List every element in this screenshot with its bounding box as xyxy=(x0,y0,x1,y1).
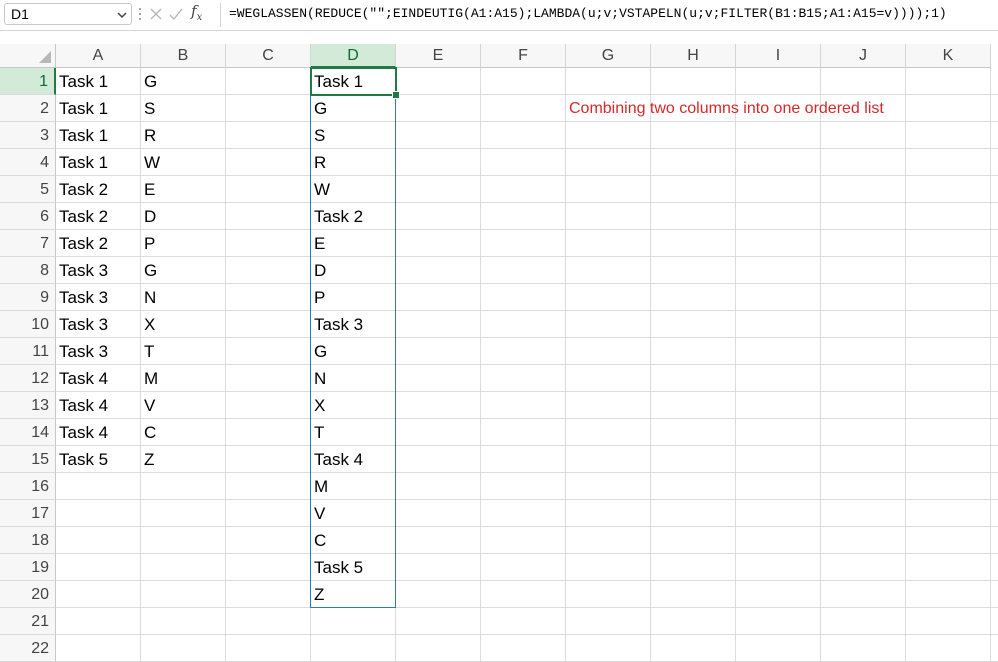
cell-a-7[interactable]: Task 2 xyxy=(56,230,141,257)
row-header-13[interactable]: 13 xyxy=(0,392,56,419)
column-header-a[interactable]: A xyxy=(56,44,141,68)
row-header-1[interactable]: 1 xyxy=(0,68,56,95)
name-box-value: D1 xyxy=(11,6,29,22)
insert-function-icon[interactable]: fx xyxy=(191,2,202,23)
cell-a-14[interactable]: Task 4 xyxy=(56,419,141,446)
cell-b-5[interactable]: E xyxy=(141,176,226,203)
row-header-20[interactable]: 20 xyxy=(0,581,56,608)
spreadsheet-grid: ABCDEFGHIJK 1 2 3 4 5 6 7 8 9 10 11 12 13 14 15 16 17 18 1… xyxy=(0,44,998,662)
cell-a-8[interactable]: Task 3 xyxy=(56,257,141,284)
cell-d-10[interactable]: Task 3 xyxy=(311,311,396,338)
check-icon[interactable] xyxy=(168,6,184,22)
cell-a-13[interactable]: Task 4 xyxy=(56,392,141,419)
drag-handle-icon[interactable] xyxy=(139,5,141,25)
cell-d-16[interactable]: M xyxy=(311,473,396,500)
row-header-7[interactable]: 7 xyxy=(0,230,56,257)
cell-d-11[interactable]: G xyxy=(311,338,396,365)
row-header-8[interactable]: 8 xyxy=(0,257,56,284)
cell-d-12[interactable]: N xyxy=(311,365,396,392)
cell-a-2[interactable]: Task 1 xyxy=(56,95,141,122)
column-header-h[interactable]: H xyxy=(651,44,736,68)
cell-d-4[interactable]: R xyxy=(311,149,396,176)
cell-b-3[interactable]: R xyxy=(141,122,226,149)
name-box[interactable]: D1 xyxy=(4,3,132,25)
row-header-19[interactable]: 19 xyxy=(0,554,56,581)
cell-b-10[interactable]: X xyxy=(141,311,226,338)
row-header-15[interactable]: 15 xyxy=(0,446,56,473)
column-header-j[interactable]: J xyxy=(821,44,906,68)
cell-d-9[interactable]: P xyxy=(311,284,396,311)
cell-d-5[interactable]: W xyxy=(311,176,396,203)
row-header-17[interactable]: 17 xyxy=(0,500,56,527)
row-header-4[interactable]: 4 xyxy=(0,149,56,176)
column-header-f[interactable]: F xyxy=(481,44,566,68)
cell-b-12[interactable]: M xyxy=(141,365,226,392)
cell-b-11[interactable]: T xyxy=(141,338,226,365)
cell-a-5[interactable]: Task 2 xyxy=(56,176,141,203)
fx-sub-label: x xyxy=(196,12,203,23)
cancel-icon[interactable] xyxy=(148,6,164,22)
cell-d-20[interactable]: Z xyxy=(311,581,396,608)
cell-b-14[interactable]: C xyxy=(141,419,226,446)
annotation-note: Combining two columns into one ordered l… xyxy=(569,100,884,117)
cell-a-4[interactable]: Task 1 xyxy=(56,149,141,176)
cell-d-6[interactable]: Task 2 xyxy=(311,203,396,230)
cell-d-17[interactable]: V xyxy=(311,500,396,527)
cell-b-7[interactable]: P xyxy=(141,230,226,257)
row-header-9[interactable]: 9 xyxy=(0,284,56,311)
row-header-12[interactable]: 12 xyxy=(0,365,56,392)
row-header-18[interactable]: 18 xyxy=(0,527,56,554)
cell-d-13[interactable]: X xyxy=(311,392,396,419)
cell-a-1[interactable]: Task 1 xyxy=(56,68,141,95)
cell-a-10[interactable]: Task 3 xyxy=(56,311,141,338)
cell-a-9[interactable]: Task 3 xyxy=(56,284,141,311)
select-all-button[interactable] xyxy=(0,44,56,68)
row-header-11[interactable]: 11 xyxy=(0,338,56,365)
cell-b-13[interactable]: V xyxy=(141,392,226,419)
cell-a-15[interactable]: Task 5 xyxy=(56,446,141,473)
column-header-c[interactable]: C xyxy=(226,44,311,68)
cell-d-14[interactable]: T xyxy=(311,419,396,446)
row-header-3[interactable]: 3 xyxy=(0,122,56,149)
row-header-10[interactable]: 10 xyxy=(0,311,56,338)
cell-area[interactable]: Task 1 Task 1 Task 1 Task 1 Task 2 Task 2 Task… xyxy=(56,67,998,662)
column-header-b[interactable]: B xyxy=(141,44,226,68)
cell-d-8[interactable]: D xyxy=(311,257,396,284)
fill-handle[interactable] xyxy=(392,91,400,99)
cell-d-19[interactable]: Task 5 xyxy=(311,554,396,581)
formula-input[interactable]: =WEGLASSEN(REDUCE("";EINDEUTIG(A1:A15);L… xyxy=(220,3,998,27)
column-header-d[interactable]: D xyxy=(311,44,396,68)
cell-b-8[interactable]: G xyxy=(141,257,226,284)
column-header-e[interactable]: E xyxy=(396,44,481,68)
chevron-down-icon[interactable] xyxy=(116,9,128,21)
cell-a-6[interactable]: Task 2 xyxy=(56,203,141,230)
cell-d-3[interactable]: S xyxy=(311,122,396,149)
row-header-14[interactable]: 14 xyxy=(0,419,56,446)
cell-d-15[interactable]: Task 4 xyxy=(311,446,396,473)
row-header-16[interactable]: 16 xyxy=(0,473,56,500)
column-header-i[interactable]: I xyxy=(736,44,821,68)
cell-b-6[interactable]: D xyxy=(141,203,226,230)
cell-d-1[interactable]: Task 1 xyxy=(311,68,396,95)
column-header-k[interactable]: K xyxy=(906,44,991,68)
formula-bar: D1 fx =WEGLASSEN(REDUCE("";EINDEUTIG(A1:… xyxy=(0,0,998,31)
cell-b-9[interactable]: N xyxy=(141,284,226,311)
row-header-2[interactable]: 2 xyxy=(0,95,56,122)
cell-b-2[interactable]: S xyxy=(141,95,226,122)
cell-d-2[interactable]: G xyxy=(311,95,396,122)
column-header-g[interactable]: G xyxy=(566,44,651,68)
cell-a-12[interactable]: Task 4 xyxy=(56,365,141,392)
cell-d-18[interactable]: C xyxy=(311,527,396,554)
cell-a-3[interactable]: Task 1 xyxy=(56,122,141,149)
cell-b-4[interactable]: W xyxy=(141,149,226,176)
row-header-6[interactable]: 6 xyxy=(0,203,56,230)
select-all-icon xyxy=(39,51,51,63)
row-header-21[interactable]: 21 xyxy=(0,608,56,635)
row-header-5[interactable]: 5 xyxy=(0,176,56,203)
cell-b-1[interactable]: G xyxy=(141,68,226,95)
cell-d-7[interactable]: E xyxy=(311,230,396,257)
cell-a-11[interactable]: Task 3 xyxy=(56,338,141,365)
cell-b-15[interactable]: Z xyxy=(141,446,226,473)
